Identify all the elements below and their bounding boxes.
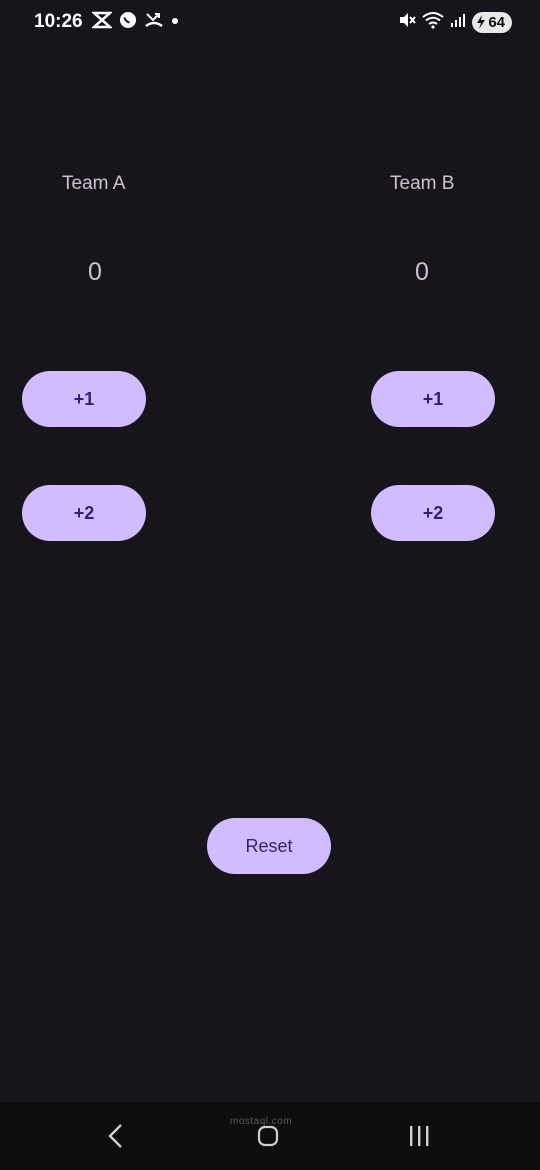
team-a-label: Team A — [62, 173, 126, 194]
home-icon — [257, 1125, 279, 1147]
status-bar: 10:26 64 — [0, 0, 540, 44]
notification-icons — [90, 10, 180, 35]
team-b-score: 0 — [415, 258, 429, 286]
navigation-bar: mostaql.com — [0, 1102, 540, 1170]
signal-icon — [450, 12, 466, 33]
missed-call-icon — [144, 11, 164, 34]
back-button[interactable] — [96, 1116, 136, 1156]
capcut-icon — [90, 11, 114, 34]
team-b-label: Team B — [390, 173, 455, 194]
battery-icon: 64 — [472, 11, 512, 33]
team-b-plus-one-button[interactable]: +1 — [371, 371, 495, 427]
recents-button[interactable] — [398, 1116, 440, 1156]
recents-icon — [410, 1126, 429, 1146]
battery-level: 64 — [488, 13, 505, 31]
dot-icon — [170, 13, 180, 31]
home-button[interactable] — [246, 1116, 290, 1156]
mute-icon — [398, 11, 417, 34]
team-a-plus-one-button[interactable]: +1 — [22, 371, 146, 427]
system-icons: 64 — [398, 11, 512, 33]
whatsapp-icon — [118, 10, 138, 35]
reset-button[interactable]: Reset — [207, 818, 331, 874]
team-a-score: 0 — [88, 258, 102, 286]
chevron-left-icon — [108, 1124, 122, 1148]
team-a-plus-two-button[interactable]: +2 — [22, 485, 146, 541]
team-b-plus-two-button[interactable]: +2 — [371, 485, 495, 541]
wifi-icon — [422, 11, 444, 34]
status-time: 10:26 — [34, 11, 83, 32]
